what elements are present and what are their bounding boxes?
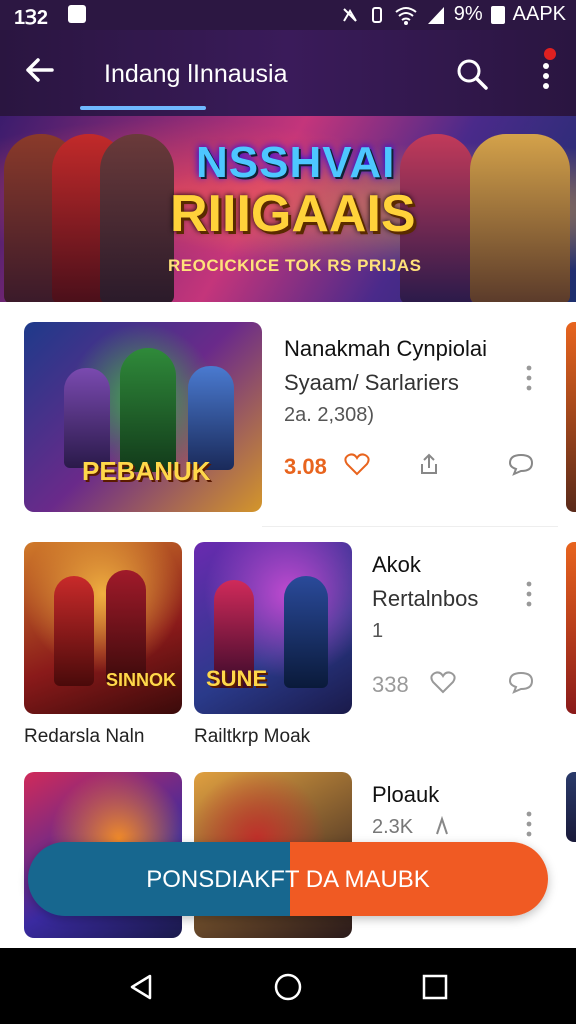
featured-meta: 2a. 2,308): [284, 404, 375, 426]
share-icon-3[interactable]: [434, 816, 450, 836]
featured-price: 3.08: [284, 454, 327, 479]
page-title: Indang lInnausia: [104, 60, 288, 88]
kebab-menu-icon-3[interactable]: [524, 810, 534, 838]
notification-icon: [68, 5, 86, 23]
row2-side-price: 338: [372, 672, 409, 697]
battery-icon: [490, 5, 505, 24]
search-icon[interactable]: [454, 56, 490, 92]
card1-caption[interactable]: Redarsla Naln: [24, 726, 144, 748]
row2-side-subtitle: Rertalnbos: [372, 586, 479, 611]
battery-percent: 9%: [453, 3, 483, 25]
row3-side-title[interactable]: Ploauk: [372, 782, 439, 808]
banner-character-3: [100, 134, 174, 302]
mute-icon: [342, 7, 357, 22]
banner-subtitle: REOCICKICE TOK RS PRIJAS: [168, 256, 422, 275]
featured-subtitle: Syaam/ Sarlariers: [284, 370, 459, 395]
comment-icon[interactable]: [508, 452, 534, 476]
cta-label: PONSDIAKFT DA MAUBK: [146, 866, 430, 893]
system-nav-bar: [0, 948, 576, 1024]
featured-art-label: PEBANUK: [82, 456, 211, 486]
heart-icon-2[interactable]: [430, 670, 456, 694]
banner-title-line2: RIIIGAAIS: [170, 185, 416, 243]
back-arrow-icon[interactable]: [22, 52, 58, 88]
next-card-peek[interactable]: [566, 322, 576, 512]
game-card-art-1[interactable]: SINNOK: [24, 542, 182, 714]
nav-back-icon[interactable]: [126, 972, 156, 1002]
nav-recents-icon[interactable]: [420, 972, 450, 1002]
featured-game-art[interactable]: PEBANUK: [24, 322, 262, 512]
row2-side-count: 1: [372, 620, 384, 642]
banner-character-5: [470, 134, 570, 302]
next-card-peek-3[interactable]: [566, 772, 576, 842]
status-bar: 1Ɜ2 9% AAPK: [0, 0, 576, 30]
heart-icon[interactable]: [344, 452, 370, 476]
notification-badge: [544, 48, 556, 60]
card2-caption[interactable]: Railtkrp Moak: [194, 726, 310, 748]
section-divider: [262, 526, 558, 527]
kebab-menu-icon[interactable]: [524, 364, 534, 392]
title-tab-indicator: [80, 106, 206, 110]
nav-home-icon[interactable]: [273, 972, 303, 1002]
next-card-peek-2[interactable]: [566, 542, 576, 714]
download-button[interactable]: PONSDIAKFT DA MAUBK: [28, 842, 548, 916]
card1-art-label: SINNOK: [106, 670, 177, 690]
hero-banner[interactable]: NSSHVAI RIIIGAAIS REOCICKICE TOK RS PRIJ…: [0, 116, 576, 302]
comment-icon-2[interactable]: [508, 670, 534, 694]
row2-side-title[interactable]: Akok: [372, 552, 421, 578]
game-card-art-2[interactable]: SUNE: [194, 542, 352, 714]
vibrate-icon: [371, 6, 382, 23]
share-icon[interactable]: [418, 452, 440, 476]
carrier-label: AAPK: [512, 3, 566, 25]
featured-title[interactable]: Nanakmah Cynpiolai: [284, 336, 487, 362]
kebab-menu-icon-2[interactable]: [524, 580, 534, 608]
card2-art-label: SUNE: [206, 666, 268, 691]
status-icons: 9% AAPK: [340, 3, 566, 26]
row3-side-meta: 2.3K: [372, 816, 414, 838]
signal-icon: [427, 6, 444, 24]
wifi-icon: [395, 6, 417, 25]
status-time: 1Ɜ2: [14, 7, 49, 29]
banner-title-line1: NSSHVAI: [196, 138, 396, 187]
app-bar: Indang lInnausia: [0, 30, 576, 116]
